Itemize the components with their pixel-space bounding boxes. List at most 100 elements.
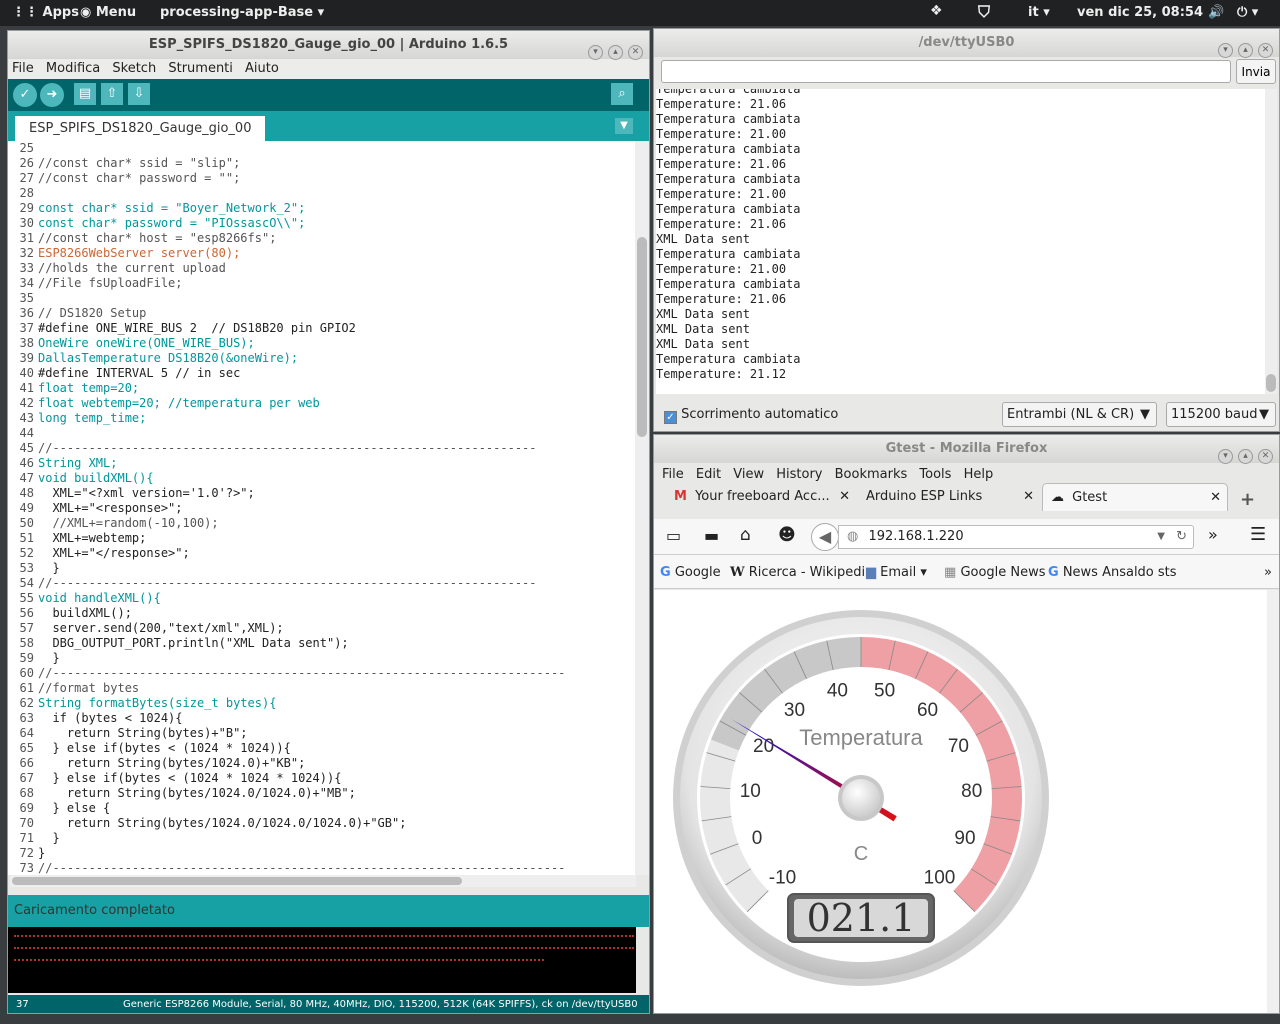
code-editor[interactable]: 25 26 //const char* ssid = "slip"; 27 //cons… <box>8 141 636 875</box>
autoscroll-label: Scorrimento automatico <box>681 407 839 422</box>
code-text: //holds the current upload <box>38 261 226 275</box>
line-number: 70 <box>19 816 34 830</box>
bookmark-google[interactable]: G Google <box>660 565 721 580</box>
line-number: 61 <box>19 681 34 695</box>
bookmark-wikipedia[interactable]: W Ricerca - Wikipedia <box>730 565 873 580</box>
page-vscrollbar[interactable] <box>1267 590 1279 1013</box>
menu-modifica[interactable]: Modifica <box>42 59 104 78</box>
line-number: 52 <box>19 546 34 560</box>
serial-line: Temperature: 21.06 <box>656 217 787 231</box>
folder-icon[interactable]: ▬ <box>704 526 719 545</box>
menu-history[interactable]: History <box>772 465 826 484</box>
new-icon[interactable]: ▤ <box>74 83 96 105</box>
code-text: const char* password = "PIOssascO\\"; <box>38 216 306 230</box>
keyboard-layout[interactable]: it ▾ <box>1028 5 1050 20</box>
menu-file[interactable]: File <box>8 59 38 78</box>
power-icon[interactable]: ⏻ ▾ <box>1237 5 1258 20</box>
menu-button[interactable]: ◉ Menu <box>80 5 136 20</box>
code-text: XML+="<response>"; <box>38 501 183 515</box>
save-icon[interactable]: ⇩ <box>128 83 150 105</box>
apps-button[interactable]: ⋮⋮ Apps <box>12 5 79 20</box>
serial-send-input[interactable] <box>661 60 1231 83</box>
clock[interactable]: ven dic 25, 08:54 <box>1077 5 1203 20</box>
tab-gtest[interactable]: ☁ Gtest ✕ <box>1042 483 1228 511</box>
line-number: 42 <box>19 396 34 410</box>
active-app-menu[interactable]: processing-app-Base ▾ <box>160 5 324 20</box>
maximize-button[interactable]: ▴ <box>1238 43 1253 58</box>
editor-hscrollbar[interactable] <box>10 875 636 887</box>
overflow-icon[interactable]: » <box>1264 565 1272 580</box>
dropbox-icon[interactable]: ❖ <box>930 3 943 19</box>
gauge-tick-label: 90 <box>954 828 975 849</box>
editor-vscrollbar[interactable] <box>635 141 649 875</box>
overflow-icon[interactable]: » <box>1208 525 1218 544</box>
upload-icon[interactable]: ➜ <box>40 83 64 107</box>
menu-tools[interactable]: Tools <box>915 465 955 484</box>
baud-select[interactable]: 115200 baud ▼ <box>1166 402 1276 427</box>
close-button[interactable]: ✕ <box>628 45 643 60</box>
tab-freeboard[interactable]: M Your freeboard Acc... ✕ <box>674 483 854 511</box>
menu-file[interactable]: File <box>658 465 688 484</box>
back-button[interactable]: ◀ <box>811 523 839 551</box>
verify-icon[interactable]: ✓ <box>13 83 37 107</box>
window-icon[interactable]: ▭ <box>666 526 681 545</box>
serial-monitor-icon[interactable]: ⌕ <box>611 83 633 105</box>
menu-aiuto[interactable]: Aiuto <box>241 59 283 78</box>
chevron-down-icon[interactable]: ▼ <box>1157 526 1165 548</box>
tab-arduino-links[interactable]: Arduino ESP Links ✕ <box>862 483 1038 511</box>
maximize-button[interactable]: ▴ <box>608 45 623 60</box>
url-bar[interactable]: ◍ 192.168.1.220 ▼ ↻ <box>838 525 1194 549</box>
arduino-titlebar: ESP_SPIFS_DS1820_Gauge_gio_00 | Arduino … <box>8 31 649 60</box>
code-text: //const char* password = ""; <box>38 171 241 185</box>
code-line: 50 //XML+=random(-10,100); <box>8 516 636 531</box>
menu-sketch[interactable]: Sketch <box>108 59 160 78</box>
sketch-tab[interactable]: ESP_SPIFS_DS1820_Gauge_gio_00 <box>15 116 266 141</box>
close-tab-icon[interactable]: ✕ <box>839 483 850 511</box>
menu-help[interactable]: Help <box>960 465 998 484</box>
bookmark-email-folder[interactable]: ▆ Email ▾ <box>866 565 927 580</box>
code-text: #define ONE_WIRE_BUS 2 // DS18B20 pin GP… <box>38 321 356 335</box>
volume-icon[interactable]: 🔊 <box>1208 5 1224 20</box>
code-line: 66 return String(bytes/1024.0)+"KB"; <box>8 756 636 771</box>
code-line: 42 float webtemp=20; //temperatura per we… <box>8 396 636 411</box>
close-tab-icon[interactable]: ✕ <box>1023 483 1034 511</box>
menu-edit[interactable]: Edit <box>692 465 725 484</box>
serial-vscrollbar[interactable] <box>1265 89 1277 394</box>
code-line: 38 OneWire oneWire(ONE_WIRE_BUS); <box>8 336 636 351</box>
minimize-button[interactable]: ▾ <box>588 45 603 60</box>
page-content: -10 0 10 20 30 40 50 60 70 80 90 100 Temperatura C 021… <box>654 590 1269 1013</box>
close-button[interactable]: ✕ <box>1258 449 1273 464</box>
line-number: 71 <box>19 831 34 845</box>
code-text: } else { <box>38 801 111 815</box>
menu-strumenti[interactable]: Strumenti <box>164 59 237 78</box>
home-icon[interactable]: ⌂ <box>740 525 751 545</box>
line-ending-select[interactable]: Entrambi (NL & CR) ▼ <box>1002 402 1157 427</box>
minimize-button[interactable]: ▾ <box>1218 449 1233 464</box>
shield-icon[interactable]: ⛉ <box>978 2 990 22</box>
menu-bookmarks[interactable]: Bookmarks <box>831 465 912 484</box>
hamburger-menu-icon[interactable]: ☰ <box>1250 524 1266 545</box>
maximize-button[interactable]: ▴ <box>1238 449 1253 464</box>
code-line: 67 } else if(bytes < (1024 * 1024 * 1024… <box>8 771 636 786</box>
new-tab-button[interactable]: + <box>1240 489 1255 510</box>
minimize-button[interactable]: ▾ <box>1218 43 1233 58</box>
folder-icon: ▆ <box>866 565 876 580</box>
bookmark-news-ansaldo[interactable]: G News Ansaldo sts <box>1048 565 1177 580</box>
code-text: ESP8266WebServer server(80); <box>38 246 241 260</box>
line-number: 63 <box>19 711 34 725</box>
menu-view[interactable]: View <box>729 465 768 484</box>
reload-icon[interactable]: ↻ <box>1176 526 1187 548</box>
autoscroll-checkbox[interactable]: ✓ Scorrimento automatico <box>664 407 838 424</box>
send-button[interactable]: Invia <box>1236 59 1276 84</box>
code-line: 62 String formatBytes(size_t bytes){ <box>8 696 636 711</box>
code-line: 44 <box>8 426 636 441</box>
emoji-icon[interactable]: ☻ <box>778 525 796 545</box>
close-button[interactable]: ✕ <box>1258 43 1273 58</box>
open-icon[interactable]: ⇧ <box>101 83 123 105</box>
line-number: 54 <box>19 576 34 590</box>
bookmark-google-news[interactable]: ▦ Google News <box>944 565 1046 580</box>
tab-menu-icon[interactable]: ▼ <box>615 118 633 134</box>
code-text: const char* ssid = "Boyer_Network_2"; <box>38 201 306 215</box>
close-tab-icon[interactable]: ✕ <box>1210 484 1221 511</box>
arduino-window: ESP_SPIFS_DS1820_Gauge_gio_00 | Arduino … <box>7 30 650 1014</box>
